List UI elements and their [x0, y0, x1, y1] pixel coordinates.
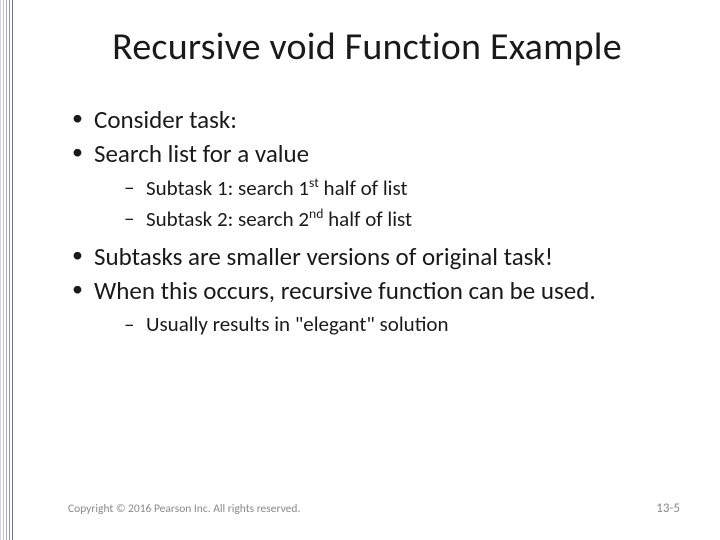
sub-bullet-item: Subtask 2: search 2nd half of list: [124, 205, 680, 234]
bullet-item: Search list for a value Subtask 1: searc…: [72, 138, 680, 233]
sub-bullet-text: half of list: [319, 175, 408, 201]
sub-bullet-item: Subtask 1: search 1st half of list: [124, 174, 680, 203]
sub-bullet-text: Usually results in "elegant" solution: [146, 311, 449, 337]
bullet-text: Subtasks are smaller versions of origina…: [94, 241, 553, 272]
footer: Copyright © 2016 Pearson Inc. All rights…: [0, 501, 720, 516]
sub-bullet-list: Usually results in "elegant" solution: [94, 311, 680, 339]
bullet-text: Consider task:: [94, 104, 237, 135]
sub-bullet-text: Subtask 1: search 1: [146, 175, 309, 201]
bullet-item: Subtasks are smaller versions of origina…: [72, 241, 680, 273]
slide-body: Recursive void Function Example Consider…: [14, 0, 720, 540]
bullet-item: When this occurs, recursive function can…: [72, 275, 680, 339]
bullet-item: Consider task:: [72, 104, 680, 136]
bullet-text: When this occurs, recursive function can…: [94, 275, 596, 306]
sub-bullet-text: Subtask 2: search 2: [146, 206, 309, 232]
sub-bullet-item: Usually results in "elegant" solution: [124, 311, 680, 339]
bullet-list: Consider task: Search list for a value S…: [54, 104, 680, 339]
copyright-text: Copyright © 2016 Pearson Inc. All rights…: [68, 502, 300, 516]
superscript: st: [309, 174, 319, 191]
bullet-text: Search list for a value: [94, 138, 309, 169]
superscript: nd: [309, 205, 323, 222]
sub-bullet-text: half of list: [323, 206, 412, 232]
slide-title: Recursive void Function Example: [54, 24, 680, 70]
sub-bullet-list: Subtask 1: search 1st half of list Subta…: [94, 174, 680, 233]
left-border-decoration: [0, 0, 14, 540]
page-number: 13-5: [656, 501, 680, 516]
